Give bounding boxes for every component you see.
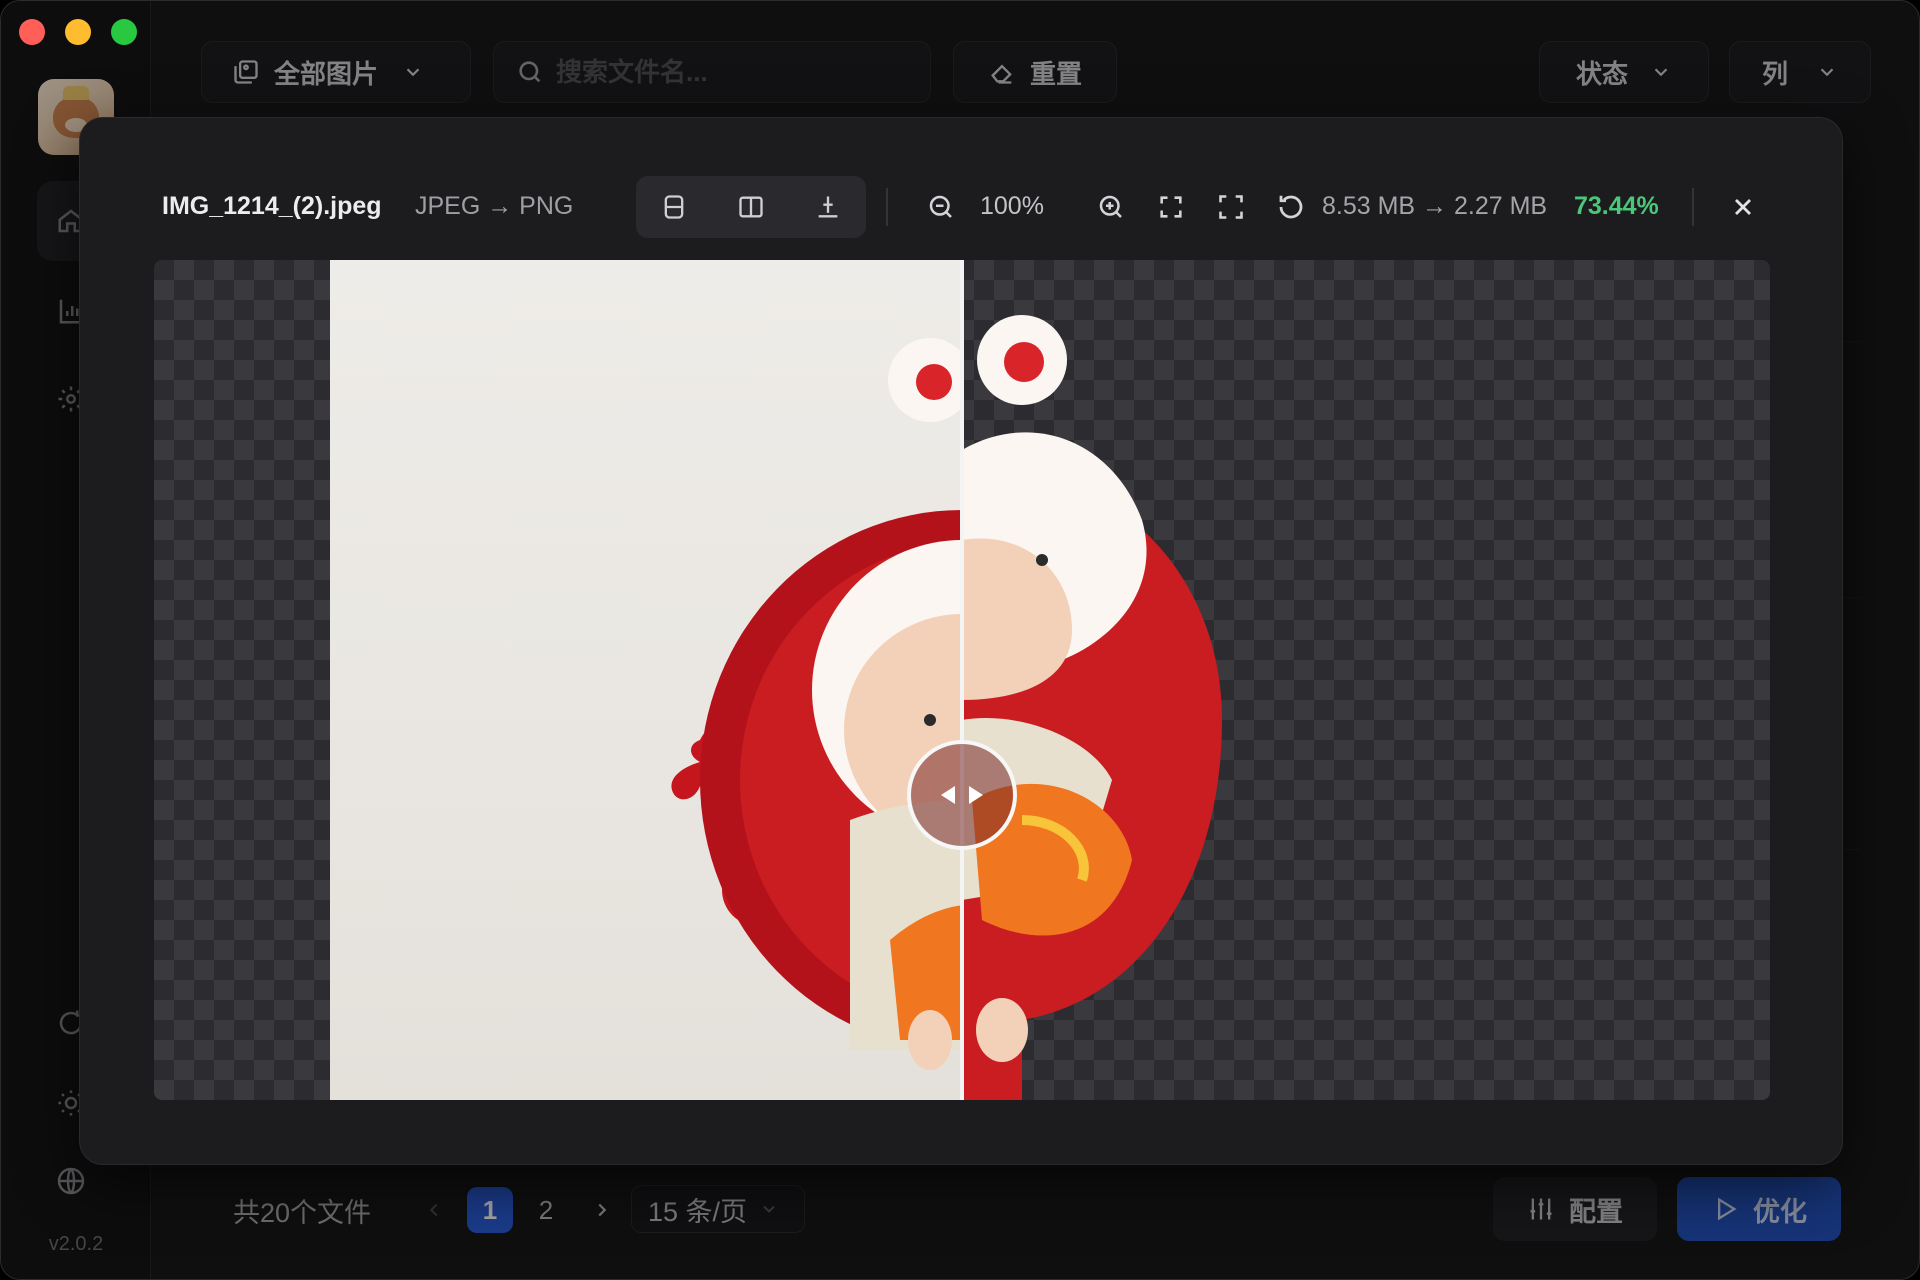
fit-screen-icon	[1160, 196, 1182, 218]
preview-filename: IMG_1214_(2).jpeg	[162, 192, 382, 220]
zoom-in-icon	[1099, 195, 1122, 218]
minimize-window-button[interactable]	[65, 19, 91, 45]
zoom-out-icon	[929, 195, 952, 218]
split-vertical-button[interactable]	[652, 185, 696, 229]
compare-slider-handle[interactable]	[907, 740, 1017, 850]
app-window: v2.0.2 全部图片 重置 状态 列 共20个文件 1 2	[0, 0, 1920, 1280]
toolbar-separator	[1692, 188, 1694, 226]
split-vertical-icon	[664, 195, 684, 219]
window-controls	[19, 19, 137, 45]
split-horizontal-icon	[818, 196, 837, 218]
compare-preview-dialog: IMG_1214_(2).jpeg JPEG → PNG 100% 8.53 M…	[79, 117, 1843, 1165]
toolbar-separator	[886, 188, 888, 226]
original-image	[330, 260, 962, 1100]
rotate-reset-button[interactable]	[1268, 184, 1314, 230]
close-preview-button[interactable]	[1720, 184, 1766, 230]
format-change: JPEG → PNG	[415, 192, 574, 220]
close-icon	[1735, 199, 1751, 215]
arrow-left-icon	[941, 786, 955, 804]
zoom-window-button[interactable]	[111, 19, 137, 45]
arrow-right-icon	[969, 786, 983, 804]
split-side-by-side-icon	[739, 196, 763, 218]
converted-image	[962, 315, 1222, 1100]
size-change: 8.53 MB → 2.27 MB	[1322, 192, 1548, 220]
fit-screen-button[interactable]	[1148, 184, 1194, 230]
view-mode-group	[636, 176, 866, 238]
zoom-out-button[interactable]	[918, 184, 964, 230]
zoom-in-button[interactable]	[1088, 184, 1134, 230]
rotate-icon	[1279, 195, 1303, 219]
fullscreen-icon	[1219, 195, 1243, 219]
split-side-by-side-button[interactable]	[729, 185, 773, 229]
close-window-button[interactable]	[19, 19, 45, 45]
zoom-level: 100%	[980, 192, 1044, 220]
split-horizontal-button[interactable]	[806, 185, 850, 229]
compare-divider[interactable]	[960, 260, 964, 1100]
compression-ratio: 73.44%	[1574, 192, 1659, 220]
fullscreen-button[interactable]	[1208, 184, 1254, 230]
compare-canvas[interactable]	[154, 260, 1770, 1100]
